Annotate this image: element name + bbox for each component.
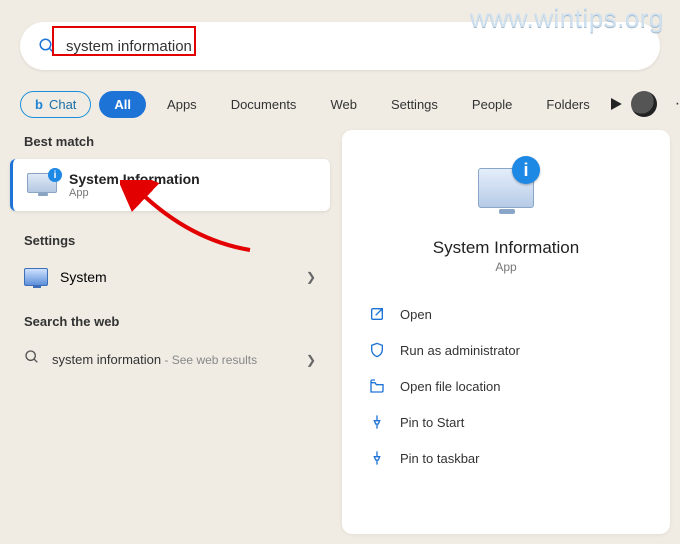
pin-icon: [368, 413, 386, 431]
results-column: Best match i System Information App Sett…: [10, 130, 330, 534]
web-result-text: system information - See web results: [52, 352, 257, 367]
chevron-right-icon: ❯: [306, 353, 316, 367]
pin-icon: [368, 449, 386, 467]
search-input[interactable]: [66, 22, 642, 70]
web-result-item[interactable]: system information - See web results ❯: [10, 339, 330, 380]
action-location-label: Open file location: [400, 379, 500, 394]
preview-title: System Information: [433, 238, 579, 258]
filter-folders[interactable]: Folders: [533, 91, 602, 118]
action-pin-start[interactable]: Pin to Start: [362, 406, 650, 438]
best-match-title: System Information: [69, 171, 200, 187]
filters-more-arrow[interactable]: [611, 98, 623, 110]
action-run-admin[interactable]: Run as administrator: [362, 334, 650, 366]
chevron-right-icon: ❯: [306, 270, 316, 284]
user-avatar[interactable]: [631, 91, 657, 117]
filter-chat[interactable]: b Chat: [20, 91, 91, 118]
action-pin-start-label: Pin to Start: [400, 415, 464, 430]
more-options-button[interactable]: ···: [669, 91, 680, 117]
search-icon: [24, 349, 40, 370]
best-match-subtitle: App: [69, 187, 200, 199]
settings-item-label: System: [60, 269, 107, 285]
system-settings-icon: [24, 268, 48, 286]
bing-icon: b: [35, 97, 43, 112]
filter-chat-label: Chat: [49, 97, 76, 112]
preview-pane: i System Information App Open Run as adm…: [342, 130, 670, 534]
settings-system-item[interactable]: System ❯: [10, 258, 330, 296]
open-icon: [368, 305, 386, 323]
settings-header: Settings: [10, 229, 330, 258]
filter-people[interactable]: People: [459, 91, 525, 118]
action-pin-taskbar-label: Pin to taskbar: [400, 451, 480, 466]
best-match-item[interactable]: i System Information App: [10, 159, 330, 211]
filter-row: b Chat All Apps Documents Web Settings P…: [20, 82, 668, 126]
best-match-header: Best match: [10, 130, 330, 159]
search-icon: [38, 37, 56, 55]
action-pin-taskbar[interactable]: Pin to taskbar: [362, 442, 650, 474]
filter-documents[interactable]: Documents: [218, 91, 310, 118]
filter-web[interactable]: Web: [317, 91, 370, 118]
preview-actions: Open Run as administrator Open file loca…: [362, 298, 650, 474]
filter-all[interactable]: All: [99, 91, 146, 118]
search-web-header: Search the web: [10, 310, 330, 339]
action-open-location[interactable]: Open file location: [362, 370, 650, 402]
action-open-label: Open: [400, 307, 432, 322]
action-admin-label: Run as administrator: [400, 343, 520, 358]
action-open[interactable]: Open: [362, 298, 650, 330]
filter-settings[interactable]: Settings: [378, 91, 451, 118]
system-information-icon: i: [27, 173, 57, 197]
app-large-icon: i: [474, 158, 538, 222]
preview-subtitle: App: [495, 260, 516, 274]
folder-icon: [368, 377, 386, 395]
shield-icon: [368, 341, 386, 359]
search-bar[interactable]: [20, 22, 660, 70]
filter-apps[interactable]: Apps: [154, 91, 210, 118]
